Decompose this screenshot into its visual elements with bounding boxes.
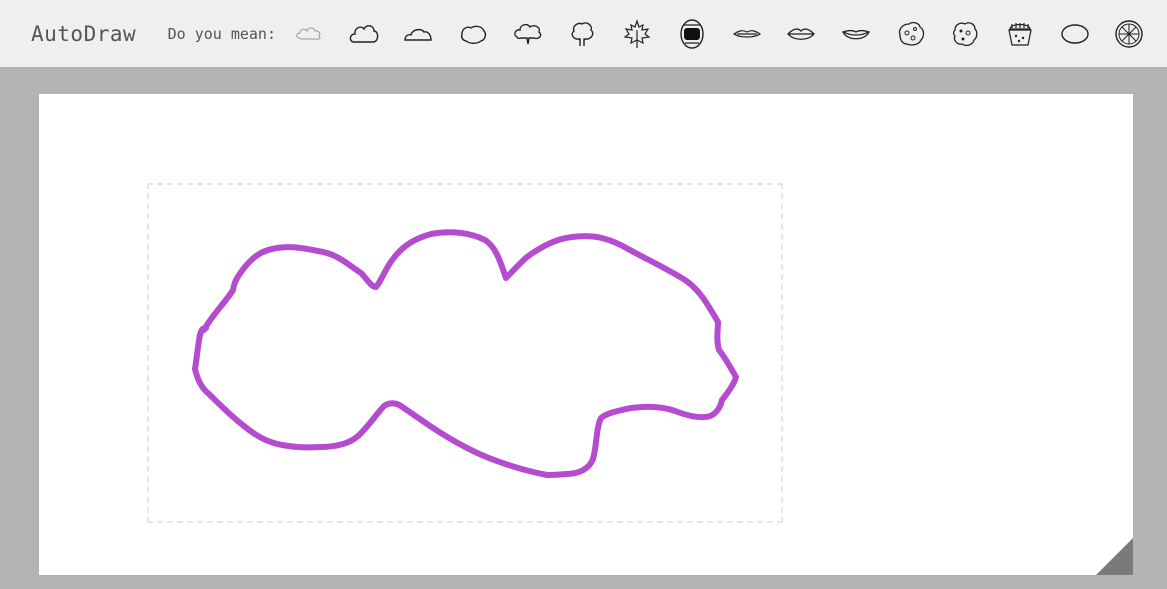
ellipse-icon — [1060, 23, 1089, 44]
drawing-stroke — [192, 229, 739, 478]
page-corner-fold — [1096, 538, 1133, 575]
suggestion-lips-smile[interactable] — [839, 14, 873, 54]
toolbar: AutoDraw Do you mean: — [0, 0, 1167, 67]
app-title[interactable]: AutoDraw — [31, 22, 153, 46]
suggestion-ellipse[interactable] — [1058, 14, 1092, 54]
mouth-open-icon — [680, 18, 704, 49]
drawing-canvas[interactable] — [39, 94, 1133, 575]
suggestion-tree-cloud[interactable] — [511, 14, 545, 54]
cloud-flat-icon — [404, 28, 433, 41]
cookie-chip-icon — [953, 21, 978, 46]
tree-cloud-icon — [513, 23, 542, 44]
lips-smile-icon — [841, 29, 870, 39]
cloud-round-icon — [461, 25, 487, 44]
suggestion-cloud-small[interactable] — [292, 14, 326, 54]
wheel-icon — [1115, 19, 1144, 48]
cloud-icon — [349, 24, 379, 43]
suggestion-cupcake[interactable] — [1003, 14, 1037, 54]
suggestion-cookie-chip[interactable] — [948, 14, 982, 54]
suggestion-maple-leaf[interactable] — [620, 14, 654, 54]
suggestion-wheel[interactable] — [1112, 14, 1146, 54]
suggestion-tree[interactable] — [565, 14, 599, 54]
suggestions-label: Do you mean: — [167, 24, 276, 43]
suggestion-lips[interactable] — [784, 14, 818, 54]
suggestion-cloud[interactable] — [347, 14, 381, 54]
cloud-small-icon — [296, 27, 321, 40]
suggestion-cookie[interactable] — [894, 14, 928, 54]
suggestion-lips-thin[interactable] — [730, 14, 764, 54]
cookie-icon — [898, 21, 924, 46]
cupcake-icon — [1008, 22, 1032, 46]
lips-thin-icon — [732, 29, 761, 38]
suggestions-list — [292, 14, 1167, 54]
lips-icon — [787, 27, 816, 40]
suggestion-cloud-round[interactable] — [456, 14, 490, 54]
maple-leaf-icon — [623, 18, 651, 48]
user-drawing[interactable] — [39, 94, 1133, 575]
tree-icon — [572, 21, 594, 46]
suggestion-mouth-open[interactable] — [675, 14, 709, 54]
suggestion-cloud-flat[interactable] — [401, 14, 435, 54]
